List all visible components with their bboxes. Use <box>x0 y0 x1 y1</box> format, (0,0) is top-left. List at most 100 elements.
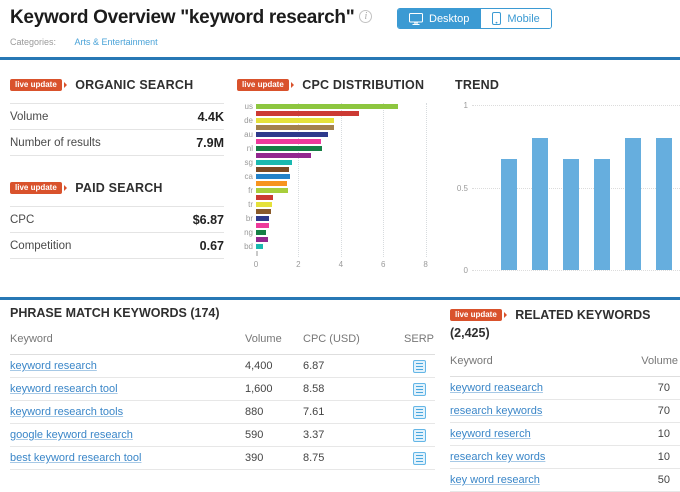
column-header-volume: Volume <box>245 320 303 355</box>
phrase-match-title: PHRASE MATCH KEYWORDS (174) <box>10 306 435 320</box>
volume-cell: 70 <box>610 377 680 400</box>
mobile-button-label: Mobile <box>507 13 539 25</box>
x-tick-label: 0 <box>254 260 258 269</box>
serp-cell <box>403 355 435 378</box>
country-label: nl <box>237 145 253 152</box>
volume-cell: 1,600 <box>245 378 303 401</box>
cpc-bar <box>256 125 334 130</box>
category-link[interactable]: Arts & Entertainment <box>75 37 158 47</box>
volume-cell: 70 <box>610 400 680 423</box>
country-label: tr <box>237 201 253 208</box>
keyword-link[interactable]: research key words <box>450 451 545 463</box>
serp-list-icon[interactable] <box>413 429 426 442</box>
x-tick-label: 8 <box>423 260 427 269</box>
country-label: us <box>237 103 253 110</box>
cpc-bar <box>256 167 289 172</box>
keyword-cell: key word research <box>450 469 610 492</box>
cpc-bar <box>256 111 359 116</box>
trend-bar <box>532 138 548 270</box>
cpc-distribution-chart: usdeaunlsgcafrtrbrngbd <box>237 103 440 257</box>
serp-list-icon[interactable] <box>413 383 426 396</box>
table-row: Volume 4.4K <box>10 104 224 130</box>
table-row: keyword research 4,4006.87 <box>10 355 435 378</box>
keyword-link[interactable]: keyword reasearch <box>450 382 543 394</box>
keyword-cell: keyword reserch <box>450 423 610 446</box>
keyword-link[interactable]: keyword reserch <box>450 428 531 440</box>
desktop-button[interactable]: Desktop <box>398 9 480 28</box>
related-keywords-section: live update RELATED KEYWORDS (2,425) Key… <box>450 306 680 492</box>
cpc-bar <box>256 160 292 165</box>
cpc-distribution-header: live update CPC DISTRIBUTION <box>237 76 440 94</box>
x-tick-label: 2 <box>296 260 300 269</box>
keyword-link[interactable]: keyword research <box>10 360 97 372</box>
volume-cell: 390 <box>245 447 303 470</box>
cpc-bar-row <box>237 236 440 243</box>
cpc-bar-row <box>237 138 440 145</box>
country-label: bd <box>237 243 253 250</box>
keyword-cell: best keyword research tool <box>10 447 245 470</box>
cpc-bar-row: de <box>237 117 440 124</box>
cpc-bar <box>256 216 269 221</box>
keyword-link[interactable]: key word research <box>450 474 540 486</box>
cpc-bar-row <box>237 250 440 257</box>
cpc-distribution-title: CPC DISTRIBUTION <box>302 78 424 92</box>
cpc-bar-row <box>237 152 440 159</box>
serp-cell <box>403 401 435 424</box>
cpc-bar-row: bd <box>237 243 440 250</box>
country-label: ng <box>237 229 253 236</box>
column-header-keyword: Keyword <box>450 342 610 377</box>
country-label: au <box>237 131 253 138</box>
cpc-bar <box>256 244 263 249</box>
cpc-bar <box>256 104 398 109</box>
keyword-link[interactable]: google keyword research <box>10 429 133 441</box>
cpc-bar-row: ng <box>237 229 440 236</box>
volume-cell: 880 <box>245 401 303 424</box>
keyword-cell: research keywords <box>450 400 610 423</box>
volume-cell: 10 <box>610 423 680 446</box>
volume-cell: 10 <box>610 446 680 469</box>
country-label: sg <box>237 159 253 166</box>
table-row: google keyword research5903.37 <box>10 424 435 447</box>
cpc-cell: 6.87 <box>303 355 403 378</box>
serp-cell <box>403 424 435 447</box>
cpc-bar <box>256 195 273 200</box>
trend-bars <box>501 138 672 270</box>
mobile-button[interactable]: Mobile <box>480 9 550 28</box>
cpc-bar-row <box>237 166 440 173</box>
keyword-link[interactable]: keyword research tool <box>10 383 118 395</box>
volume-cell: 4,400 <box>245 355 303 378</box>
metric-value: 7.9M <box>196 136 224 150</box>
x-tick-label: 4 <box>339 260 343 269</box>
keyword-link[interactable]: research keywords <box>450 405 542 417</box>
cpc-bar-row <box>237 110 440 117</box>
trend-chart: 10.50 <box>455 100 680 276</box>
serp-list-icon[interactable] <box>413 406 426 419</box>
info-icon[interactable]: i <box>359 10 372 23</box>
y-tick-label: 1 <box>455 101 468 110</box>
cpc-bar <box>256 230 266 235</box>
column-header-volume: Volume <box>610 342 680 377</box>
desktop-monitor-icon <box>409 13 423 25</box>
cpc-bar <box>256 118 334 123</box>
related-keywords-table: Keyword Volume keyword reasearch 70 resear… <box>450 342 680 492</box>
gridline <box>472 270 680 271</box>
metric-label: Volume <box>10 111 48 123</box>
keyword-link[interactable]: best keyword research tool <box>10 452 141 464</box>
country-label: fr <box>237 187 253 194</box>
keyword-cell: keyword research tool <box>10 378 245 401</box>
cpc-bar <box>256 237 268 242</box>
volume-cell: 50 <box>610 469 680 492</box>
metric-value: 4.4K <box>198 110 224 124</box>
column-header-serp: SERP <box>403 320 435 355</box>
column-header-cpc: CPC (USD) <box>303 320 403 355</box>
table-row: best keyword research tool3908.75 <box>10 447 435 470</box>
cpc-distribution-section: live update CPC DISTRIBUTION usdeaunlsgc… <box>237 76 440 270</box>
trend-bar <box>656 138 672 270</box>
trend-section: TREND 10.50 <box>455 76 680 94</box>
cpc-bar-row <box>237 208 440 215</box>
serp-list-icon[interactable] <box>413 452 426 465</box>
header: Keyword Overview "keyword research"i Des… <box>10 7 680 33</box>
keyword-link[interactable]: keyword research tools <box>10 406 123 418</box>
mobile-phone-icon <box>492 12 501 25</box>
serp-list-icon[interactable] <box>413 360 426 373</box>
